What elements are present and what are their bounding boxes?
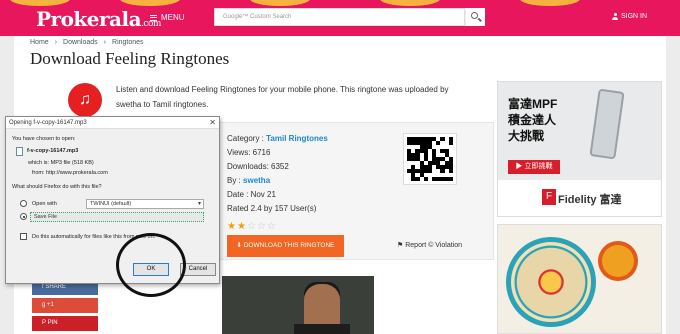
zodiac-wheel-image [506, 237, 596, 327]
rating-stars[interactable]: ★★☆☆☆ [227, 221, 277, 232]
user-icon [612, 13, 618, 20]
hamburger-icon [150, 14, 157, 21]
breadcrumb-ringtones[interactable]: Ringtones [112, 39, 144, 46]
category-link[interactable]: Tamil Ringtones [266, 134, 328, 143]
pinterest-button[interactable]: P PIN [32, 316, 98, 331]
save-file-radio[interactable] [20, 213, 27, 220]
firefox-open-file-dialog: Opening f-v-copy-16147.mp3 ✕ You have ch… [5, 116, 220, 284]
search-icon [471, 12, 478, 19]
breadcrumb-home[interactable]: Home [30, 39, 49, 46]
ringtone-details: Category : Tamil Ringtones Views: 6716 D… [227, 132, 328, 216]
menu-button[interactable]: MENU [150, 13, 185, 22]
fidelity-logo-icon: F [542, 189, 556, 205]
filename: f-v-copy-16147.mp3 [27, 148, 79, 154]
uploader-link[interactable]: swetha [243, 176, 270, 185]
breadcrumb-downloads[interactable]: Downloads [63, 39, 98, 46]
menu-label: MENU [161, 13, 185, 22]
site-logo[interactable]: Prokerala.com [36, 7, 161, 31]
header-decoration [120, 0, 180, 6]
download-ringtone-button[interactable]: ⬇ DOWNLOAD THIS RINGTONE [227, 235, 344, 257]
dialog-title: Opening f-v-copy-16147.mp3 [9, 120, 87, 126]
page-description: Listen and download Feeling Ringtones fo… [116, 85, 449, 109]
sun-image [602, 245, 634, 277]
search-input[interactable]: Google™ Custom Search [214, 8, 465, 26]
ringtone-info-box: Category : Tamil Ringtones Views: 6716 D… [214, 122, 494, 260]
auto-checkbox[interactable] [20, 233, 27, 240]
share-buttons: f SHARE g +1 P PIN [32, 280, 98, 334]
qr-code [403, 133, 457, 185]
googleplus-button[interactable]: g +1 [32, 298, 98, 313]
search-button[interactable] [465, 8, 485, 26]
open-with-select[interactable]: TWINUI (default) [86, 199, 204, 209]
signin-link[interactable]: SIGN IN [612, 13, 647, 20]
upload-date: Date : Nov 21 [227, 190, 276, 199]
site-header: Prokerala.com MENU Google™ Custom Search… [0, 0, 680, 36]
advertisement-astrology[interactable] [497, 224, 662, 334]
music-note-icon: ♫ [68, 83, 102, 117]
video-thumbnail[interactable] [222, 276, 374, 334]
rating-text: Rated 2.4 by 157 User(s) [227, 204, 317, 213]
page-title: Download Feeling Ringtones [30, 49, 230, 68]
header-decoration [380, 0, 440, 6]
phone-image [589, 88, 625, 160]
header-decoration [250, 0, 310, 6]
advertisement-fidelity[interactable]: 富達MPF 積金達人 大挑戰 ▶ 立即挑戰 F Fidelity 富達 [497, 81, 662, 217]
views-count: Views: 6716 [227, 148, 271, 157]
downloads-count: Downloads: 6352 [227, 162, 289, 171]
breadcrumb: Home › Downloads › Ringtones [30, 39, 144, 46]
file-icon [16, 147, 23, 156]
ad-cta-button[interactable]: ▶ 立即挑戰 [508, 160, 560, 174]
save-file-option[interactable]: Save File [30, 212, 204, 222]
header-decoration [520, 0, 580, 6]
report-link[interactable]: ⚑ Report © Violation [397, 241, 462, 249]
annotation-circle [116, 233, 186, 297]
header-decoration [10, 0, 70, 6]
close-icon[interactable]: ✕ [209, 117, 216, 129]
open-with-radio[interactable] [20, 200, 27, 207]
